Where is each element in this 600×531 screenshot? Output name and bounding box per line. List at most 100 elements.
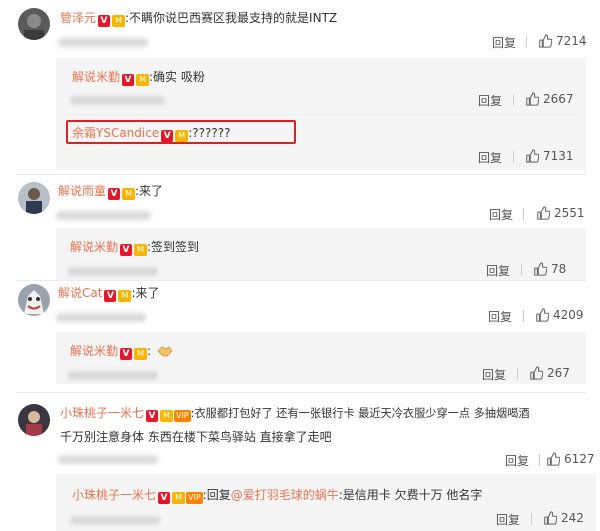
comment-author[interactable]: 解说Cat	[58, 286, 102, 300]
like-count: 7131	[543, 149, 574, 163]
like-count: 267	[547, 366, 570, 380]
divider	[531, 513, 532, 525]
divider	[517, 368, 518, 380]
like-button[interactable]: 2551	[536, 206, 585, 220]
verified-badge-icon: V	[146, 410, 159, 422]
reply-text: :签到签到	[147, 240, 200, 254]
avatar[interactable]	[18, 182, 50, 214]
like-count: 78	[551, 262, 567, 276]
vip-badge-icon: VIP	[174, 410, 191, 422]
member-badge-icon: M	[136, 74, 150, 86]
reply-1-body: 解说米勤 V M:确实 吸粉	[72, 68, 205, 86]
divider	[513, 151, 514, 163]
reply-button[interactable]: 回复	[492, 34, 516, 51]
member-badge-icon: M	[160, 410, 174, 422]
comment-2-body: 解说雨童 V M:来了	[58, 182, 163, 200]
reply-button[interactable]: 回复	[496, 511, 520, 528]
reply-4-body: 解说米勤 V M:	[70, 342, 173, 361]
like-count: 6127	[564, 452, 595, 466]
verified-badge-icon: V	[108, 188, 121, 200]
divider	[16, 174, 586, 175]
divider	[526, 36, 527, 48]
mention-link[interactable]: @爱打羽毛球的蜗牛	[231, 488, 339, 502]
reply-author[interactable]: 解说米勤	[70, 240, 118, 254]
reply-text: :确实 吸粉	[149, 70, 205, 84]
member-badge-icon: M	[122, 188, 136, 200]
reply-author[interactable]: 解说米勤	[72, 70, 120, 84]
member-badge-icon: M	[112, 15, 126, 27]
like-button[interactable]: 7131	[525, 149, 574, 163]
reply-2-body: 余霜YSCandice V M:??????	[72, 124, 230, 142]
member-badge-icon: M	[175, 130, 189, 142]
avatar[interactable]	[18, 8, 50, 40]
vip-badge-icon: VIP	[186, 492, 203, 504]
comment-3-body: 解说Cat V M:来了	[58, 284, 160, 302]
avatar[interactable]	[18, 284, 50, 316]
divider	[523, 310, 524, 322]
reply-author[interactable]: 余霜YSCandice	[72, 126, 159, 140]
reply-button[interactable]: 回复	[478, 92, 502, 109]
verified-badge-icon: V	[122, 74, 135, 86]
divider	[66, 114, 576, 115]
blurred-timestamp	[56, 211, 151, 220]
thumbs-up-icon	[526, 149, 540, 163]
reply-button[interactable]: 回复	[482, 366, 506, 383]
avatar[interactable]	[18, 404, 50, 436]
like-button[interactable]: 4209	[535, 308, 584, 322]
comment-text: :不瞒你说巴西赛区我最支持的就是INTZ	[125, 11, 338, 25]
verified-badge-icon: V	[104, 290, 117, 302]
like-button[interactable]: 7214	[538, 34, 587, 48]
reply-button[interactable]: 回复	[505, 452, 529, 469]
reply-author[interactable]: 小珠桃子一米七	[72, 488, 156, 502]
divider	[539, 454, 540, 466]
blurred-timestamp	[56, 313, 146, 322]
reply-text: :	[147, 344, 152, 358]
member-badge-icon: M	[172, 492, 186, 504]
blurred-timestamp	[58, 38, 148, 47]
reply-button[interactable]: 回复	[486, 262, 510, 279]
member-badge-icon: M	[118, 290, 132, 302]
like-count: 242	[561, 511, 584, 525]
blurred-timestamp	[68, 371, 158, 380]
divider	[16, 280, 586, 281]
comment-author[interactable]: 小珠桃子一米七	[60, 406, 144, 420]
thumbs-up-icon	[547, 452, 561, 466]
reply-button[interactable]: 回复	[488, 308, 512, 325]
comment-4-line-1: 小珠桃子一米七 V M VIP:衣服都打包好了 还有一张银行卡 最近天冷衣服少穿一点 …	[60, 404, 530, 422]
divider	[16, 392, 586, 393]
verified-badge-icon: V	[120, 244, 133, 256]
reply-button[interactable]: 回复	[489, 206, 513, 223]
blurred-timestamp	[70, 96, 165, 105]
thumbs-up-icon	[537, 206, 551, 220]
reply-5-body: 小珠桃子一米七 V M VIP:回复@爱打羽毛球的蜗牛:是信用卡 欠费十万 他名字	[72, 486, 482, 504]
comment-author[interactable]: 解说雨童	[58, 184, 106, 198]
like-count: 4209	[553, 308, 584, 322]
like-button[interactable]: 242	[543, 511, 584, 525]
reply-text: :??????	[188, 126, 231, 140]
like-count: 2667	[543, 92, 574, 106]
reply-button[interactable]: 回复	[478, 149, 502, 166]
blurred-timestamp	[68, 267, 158, 276]
comment-1-body: 管泽元 V M:不瞒你说巴西赛区我最支持的就是INTZ	[60, 9, 337, 27]
comment-4-line-2: 千万别注意身体 东西在楼下菜鸟驿站 直接拿了走吧	[60, 428, 332, 445]
comment-author[interactable]: 管泽元	[60, 11, 96, 25]
like-button[interactable]: 6127	[546, 452, 595, 466]
verified-badge-icon: V	[98, 15, 111, 27]
thumbs-up-icon	[526, 92, 540, 106]
reply-author[interactable]: 解说米勤	[70, 344, 118, 358]
verified-badge-icon: V	[120, 348, 133, 360]
member-badge-icon: M	[134, 348, 148, 360]
comment-text-line-1: :衣服都打包好了 还有一张银行卡 最近天冷衣服少穿一点 多抽烟喝酒	[190, 407, 530, 420]
reply-prefix: :回复	[202, 488, 231, 502]
like-button[interactable]: 267	[529, 366, 570, 380]
handshake-emoji-icon	[157, 344, 173, 361]
divider	[513, 94, 514, 106]
reply-3-body: 解说米勤 V M:签到签到	[70, 238, 199, 256]
like-button[interactable]: 2667	[525, 92, 574, 106]
comment-text: :来了	[131, 286, 160, 300]
member-badge-icon: M	[134, 244, 148, 256]
like-count: 2551	[554, 206, 585, 220]
comment-text-line-2: 千万别注意身体 东西在楼下菜鸟驿站 直接拿了走吧	[60, 430, 332, 444]
like-button[interactable]: 78	[533, 262, 566, 276]
blurred-timestamp	[58, 455, 158, 464]
